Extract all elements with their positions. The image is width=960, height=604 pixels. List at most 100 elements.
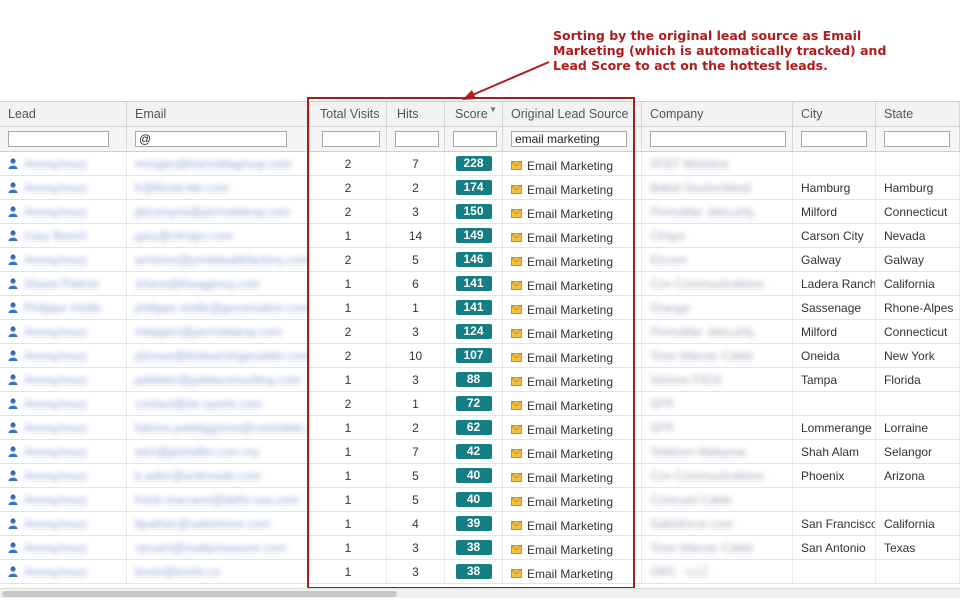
column-header-total-visits[interactable]: Total Visits [310,102,387,126]
lead-name-link[interactable]: Anonymous [24,181,87,195]
score-filter-input[interactable] [453,131,497,147]
email-filter-input[interactable] [135,131,287,147]
table-row[interactable]: Anonymous armemo@yrnebealthfactory.com 2… [0,248,960,272]
lead-name-link[interactable]: Anonymous [24,469,87,483]
lead-name-link[interactable]: Anonymous [24,205,87,219]
email-link[interactable]: philippe.vieille@gocemation.com [135,301,309,315]
hits-link[interactable]: 1 [387,392,445,415]
table-row[interactable]: Anonymous pbosse@thelearningenabler.com … [0,344,960,368]
table-row[interactable]: Shane Palmer shane@theagency.com 1 6 141… [0,272,960,296]
total-visits-cell: 1 [310,416,387,439]
column-header-hits[interactable]: Hits [387,102,445,126]
lead-name-link[interactable]: Anonymous [24,493,87,507]
hits-link[interactable]: 7 [387,152,445,175]
lead-name-link[interactable]: Anonymous [24,253,87,267]
company-filter-input[interactable] [650,131,786,147]
column-header-email[interactable]: Email [127,102,310,126]
hits-link[interactable]: 3 [387,560,445,583]
table-row[interactable]: Gary Beech gary@cfrraps.com 1 14 149 Ema… [0,224,960,248]
column-header-company[interactable]: Company [642,102,793,126]
hits-link[interactable]: 6 [387,272,445,295]
horizontal-scrollbar[interactable] [0,588,960,598]
score-cell: 39 [445,512,503,535]
table-row[interactable]: Anonymous pdeleter@pdataconsulting.com 1… [0,368,960,392]
city-filter-input[interactable] [801,131,867,147]
column-header-lead[interactable]: Lead [0,102,127,126]
lead-name-link[interactable]: Anonymous [24,325,87,339]
company-name: Babel Deutschland [650,180,751,195]
hits-link[interactable]: 4 [387,512,445,535]
email-link[interactable]: rarcam@realtymeasure.com [135,541,287,555]
table-row[interactable]: Anonymous frank.marcano@delhi-usa.com 1 … [0,488,960,512]
lead-name-link[interactable]: Shane Palmer [24,277,100,291]
table-row[interactable]: Anonymous bpalhan@salesforce.com 1 4 39 … [0,512,960,536]
email-link[interactable]: pbosse@thelearningenabler.com [135,349,309,363]
email-link[interactable]: kevin@lionht.co [135,565,220,579]
lead-name-link[interactable]: Anonymous [24,373,87,387]
hits-link[interactable]: 14 [387,224,445,247]
lead-name-link[interactable]: Anonymous [24,397,87,411]
state-filter-input[interactable] [884,131,950,147]
hits-link[interactable]: 7 [387,440,445,463]
email-link[interactable]: mregan@harmattagroup.com [135,157,292,171]
source-filter-input[interactable] [511,131,627,147]
hits-filter-input[interactable] [395,131,439,147]
email-link[interactable]: fabrice.peletiggrene@comlobile.com [135,421,309,435]
table-row[interactable]: Anonymous rarcam@realtymeasure.com 1 3 3… [0,536,960,560]
email-link[interactable]: armemo@yrnebealthfactory.com [135,253,308,267]
column-header-city[interactable]: City [793,102,876,126]
email-link[interactable]: pdeleter@pdataconsulting.com [135,373,301,387]
email-link[interactable]: bpalhan@salesforce.com [135,517,271,531]
lead-name-link[interactable]: Anonymous [24,541,87,555]
hits-link[interactable]: 2 [387,416,445,439]
hits-link[interactable]: 10 [387,344,445,367]
table-row[interactable]: Anonymous jdevenyns@permattaray.com 2 3 … [0,200,960,224]
column-header-score[interactable]: Score ▼ [445,102,503,126]
email-cell: wim@pinhalfm.com.my [127,440,310,463]
table-row[interactable]: Anonymous wim@pinhalfm.com.my 1 7 42 Ema… [0,440,960,464]
table-row[interactable]: Anonymous contact@ee-sports.com 2 1 72 E… [0,392,960,416]
table-row[interactable]: Anonymous mregan@harmattagroup.com 2 7 2… [0,152,960,176]
email-link[interactable]: jdevenyns@permattaray.com [135,205,290,219]
lead-name-link[interactable]: Anonymous [24,157,87,171]
lead-name-link[interactable]: Anonymous [24,445,87,459]
envelope-icon [511,377,522,386]
score-cell: 62 [445,416,503,439]
table-row[interactable]: Anonymous fr@flexbt-bln.com 2 2 174 Emai… [0,176,960,200]
hits-link[interactable]: 3 [387,320,445,343]
company-name: Permattar Jdecurity [650,324,755,339]
scrollbar-thumb[interactable] [2,591,397,597]
lead-name-link[interactable]: Anonymous [24,349,87,363]
email-link[interactable]: contact@ee-sports.com [135,397,262,411]
hits-link[interactable]: 5 [387,248,445,271]
hits-link[interactable]: 2 [387,176,445,199]
email-link[interactable]: b.adler@arthreads.com [135,469,261,483]
table-row[interactable]: Anonymous mkippen@permattaray.com 2 3 12… [0,320,960,344]
hits-link[interactable]: 5 [387,464,445,487]
table-row[interactable]: Philippe Vieille philippe.vieille@gocema… [0,296,960,320]
column-header-original-lead-source[interactable]: Original Lead Source [503,102,642,126]
lead-name-link[interactable]: Anonymous [24,565,87,579]
email-link[interactable]: frank.marcano@delhi-usa.com [135,493,299,507]
hits-link[interactable]: 1 [387,296,445,319]
email-link[interactable]: mkippen@permattaray.com [135,325,282,339]
table-row[interactable]: Anonymous fabrice.peletiggrene@comlobile… [0,416,960,440]
email-link[interactable]: gary@cfrraps.com [135,229,233,243]
column-header-state[interactable]: State [876,102,960,126]
sort-desc-icon[interactable]: ▼ [489,105,497,114]
email-link[interactable]: wim@pinhalfm.com.my [135,445,259,459]
hits-link[interactable]: 3 [387,536,445,559]
lead-name-link[interactable]: Philippe Vieille [24,301,102,315]
visits-filter-input[interactable] [322,131,380,147]
hits-link[interactable]: 5 [387,488,445,511]
email-link[interactable]: fr@flexbt-bln.com [135,181,229,195]
lead-name-link[interactable]: Anonymous [24,517,87,531]
hits-link[interactable]: 3 [387,368,445,391]
lead-name-link[interactable]: Gary Beech [24,229,87,243]
table-row[interactable]: Anonymous kevin@lionht.co 1 3 38 Email M… [0,560,960,584]
lead-name-link[interactable]: Anonymous [24,421,87,435]
table-row[interactable]: Anonymous b.adler@arthreads.com 1 5 40 E… [0,464,960,488]
hits-link[interactable]: 3 [387,200,445,223]
lead-filter-input[interactable] [8,131,109,147]
email-link[interactable]: shane@theagency.com [135,277,260,291]
